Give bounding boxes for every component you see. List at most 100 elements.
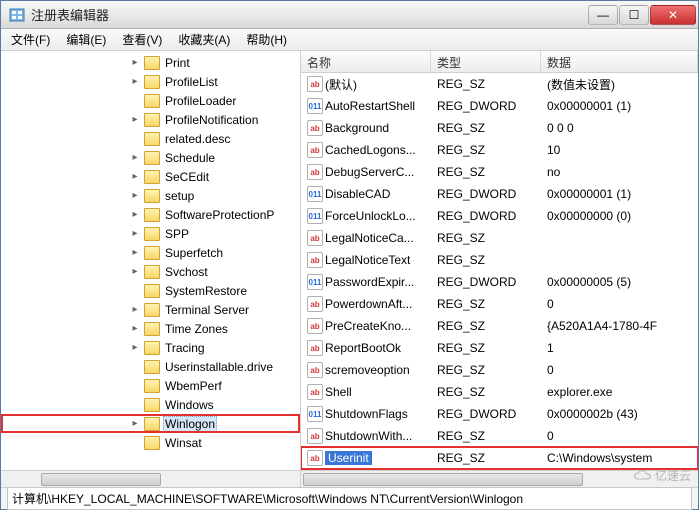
close-button[interactable]: ✕ — [650, 5, 696, 25]
value-name: ShutdownFlags — [325, 407, 431, 421]
window-title: 注册表编辑器 — [31, 5, 588, 24]
menu-view[interactable]: 查看(V) — [116, 29, 168, 50]
value-type: REG_SZ — [431, 297, 541, 311]
value-name: ForceUnlockLo... — [325, 209, 431, 223]
tree-item-label: setup — [163, 189, 196, 203]
tree-item-print[interactable]: ▸Print — [1, 53, 300, 72]
minimize-button[interactable]: — — [588, 5, 618, 25]
value-type: REG_SZ — [431, 121, 541, 135]
folder-icon — [144, 398, 160, 412]
list-row[interactable]: abBackgroundREG_SZ0 0 0 — [301, 117, 698, 139]
value-type-icon: ab — [305, 296, 325, 312]
scrollbar-thumb[interactable] — [41, 473, 161, 486]
expand-icon[interactable]: ▸ — [129, 76, 141, 87]
tree-item-winsat[interactable]: Winsat — [1, 433, 300, 452]
list-row[interactable]: 011PasswordExpir...REG_DWORD0x00000005 (… — [301, 271, 698, 293]
expand-icon[interactable]: ▸ — [129, 247, 141, 258]
menu-help[interactable]: 帮助(H) — [240, 29, 293, 50]
tree-item-systemrestore[interactable]: SystemRestore — [1, 281, 300, 300]
list-row[interactable]: 011ForceUnlockLo...REG_DWORD0x00000000 (… — [301, 205, 698, 227]
column-name[interactable]: 名称 — [301, 51, 431, 72]
list-horizontal-scrollbar[interactable] — [301, 470, 698, 487]
list-row[interactable]: abShellREG_SZexplorer.exe — [301, 381, 698, 403]
value-data: C:\Windows\system — [541, 451, 698, 465]
value-type-icon: ab — [305, 142, 325, 158]
list-row[interactable]: 011ShutdownFlagsREG_DWORD0x0000002b (43) — [301, 403, 698, 425]
tree-item-profilelist[interactable]: ▸ProfileList — [1, 72, 300, 91]
value-name: LegalNoticeText — [325, 253, 431, 267]
tree-item-label: Winlogon — [163, 416, 217, 432]
menu-edit[interactable]: 编辑(E) — [60, 29, 112, 50]
tree-item-profileloader[interactable]: ProfileLoader — [1, 91, 300, 110]
list-row[interactable]: abCachedLogons...REG_SZ10 — [301, 139, 698, 161]
list-row[interactable]: abLegalNoticeCa...REG_SZ — [301, 227, 698, 249]
tree-item-softwareprotectionp[interactable]: ▸SoftwareProtectionP — [1, 205, 300, 224]
tree-item-label: Windows — [163, 398, 216, 412]
list-row[interactable]: abUserinitREG_SZC:\Windows\system — [301, 447, 698, 469]
menubar: 文件(F) 编辑(E) 查看(V) 收藏夹(A) 帮助(H) — [1, 29, 698, 51]
menu-favorites[interactable]: 收藏夹(A) — [172, 29, 236, 50]
tree-item-userinstallable-drive[interactable]: Userinstallable.drive — [1, 357, 300, 376]
expand-icon[interactable]: ▸ — [129, 171, 141, 182]
list-row[interactable]: abPowerdownAft...REG_SZ0 — [301, 293, 698, 315]
column-type[interactable]: 类型 — [431, 51, 541, 72]
titlebar[interactable]: 注册表编辑器 — ☐ ✕ — [1, 1, 698, 29]
expand-icon[interactable]: ▸ — [129, 418, 141, 429]
tree-item-tracing[interactable]: ▸Tracing — [1, 338, 300, 357]
tree-item-label: Winsat — [163, 436, 204, 450]
expand-icon[interactable]: ▸ — [129, 266, 141, 277]
registry-values-list[interactable]: 名称 类型 数据 ab(默认)REG_SZ(数值未设置)011AutoResta… — [301, 51, 698, 487]
list-row[interactable]: 011DisableCADREG_DWORD0x00000001 (1) — [301, 183, 698, 205]
tree-item-time-zones[interactable]: ▸ Time Zones — [1, 319, 300, 338]
tree-horizontal-scrollbar[interactable] — [1, 470, 300, 487]
expand-icon[interactable]: ▸ — [129, 190, 141, 201]
list-row[interactable]: abDebugServerC...REG_SZno — [301, 161, 698, 183]
maximize-button[interactable]: ☐ — [619, 5, 649, 25]
tree-item-superfetch[interactable]: ▸Superfetch — [1, 243, 300, 262]
value-data: 10 — [541, 143, 698, 157]
value-type-icon: 011 — [305, 274, 325, 290]
expand-icon[interactable]: ▸ — [129, 304, 141, 315]
tree-item-windows[interactable]: Windows — [1, 395, 300, 414]
folder-icon — [144, 360, 160, 374]
tree-item-winlogon[interactable]: ▸ Winlogon — [1, 414, 300, 433]
value-type: REG_SZ — [431, 429, 541, 443]
tree-item-svchost[interactable]: ▸Svchost — [1, 262, 300, 281]
tree-item-secedit[interactable]: ▸SeCEdit — [1, 167, 300, 186]
menu-file[interactable]: 文件(F) — [5, 29, 56, 50]
list-row[interactable]: ab(默认)REG_SZ(数值未设置) — [301, 73, 698, 95]
registry-tree[interactable]: ▸Print▸ProfileListProfileLoader▸ProfileN… — [1, 51, 301, 487]
list-row[interactable]: abPreCreateKno...REG_SZ{A520A1A4-1780-4F — [301, 315, 698, 337]
value-type-icon: ab — [305, 450, 325, 466]
tree-item-terminal-server[interactable]: ▸Terminal Server — [1, 300, 300, 319]
expand-icon[interactable]: ▸ — [129, 228, 141, 239]
expand-icon[interactable]: ▸ — [129, 342, 141, 353]
list-body[interactable]: ab(默认)REG_SZ(数值未设置)011AutoRestartShellRE… — [301, 73, 698, 470]
folder-icon — [144, 322, 160, 336]
tree-item-spp[interactable]: ▸SPP — [1, 224, 300, 243]
tree-item-related-desc[interactable]: related.desc — [1, 129, 300, 148]
tree-item-schedule[interactable]: ▸Schedule — [1, 148, 300, 167]
tree-item-profilenotification[interactable]: ▸ProfileNotification — [1, 110, 300, 129]
list-row[interactable]: 011AutoRestartShellREG_DWORD0x00000001 (… — [301, 95, 698, 117]
value-data: 0 — [541, 297, 698, 311]
folder-icon — [144, 132, 160, 146]
scrollbar-thumb[interactable] — [303, 473, 583, 486]
expand-icon[interactable]: ▸ — [129, 209, 141, 220]
tree-item-setup[interactable]: ▸ setup — [1, 186, 300, 205]
expand-icon[interactable]: ▸ — [129, 152, 141, 163]
folder-icon — [144, 379, 160, 393]
expand-icon[interactable]: ▸ — [129, 323, 141, 334]
tree-body[interactable]: ▸Print▸ProfileListProfileLoader▸ProfileN… — [1, 51, 300, 470]
list-row[interactable]: abscremoveoptionREG_SZ0 — [301, 359, 698, 381]
value-data: 0x00000001 (1) — [541, 187, 698, 201]
tree-item-label: Time Zones — [163, 322, 230, 336]
value-type: REG_SZ — [431, 341, 541, 355]
column-data[interactable]: 数据 — [541, 51, 698, 72]
tree-item-wbemperf[interactable]: WbemPerf — [1, 376, 300, 395]
list-row[interactable]: abLegalNoticeTextREG_SZ — [301, 249, 698, 271]
expand-icon[interactable]: ▸ — [129, 57, 141, 68]
list-row[interactable]: abReportBootOkREG_SZ1 — [301, 337, 698, 359]
expand-icon[interactable]: ▸ — [129, 114, 141, 125]
list-row[interactable]: abShutdownWith...REG_SZ0 — [301, 425, 698, 447]
